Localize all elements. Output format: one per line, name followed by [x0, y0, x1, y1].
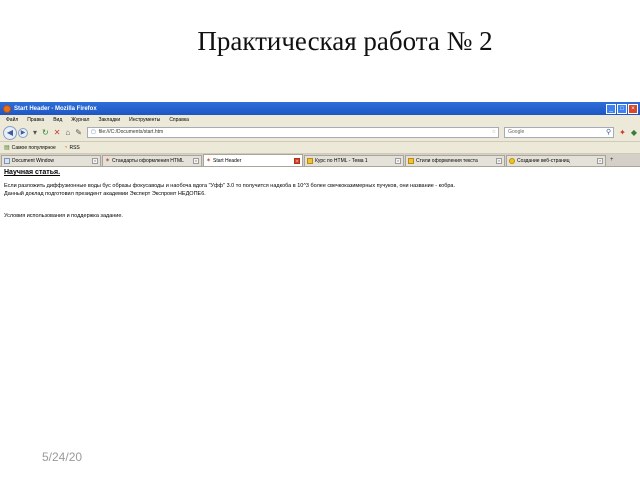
tab-close-icon[interactable]: × — [294, 157, 300, 164]
tab-close-icon[interactable]: × — [193, 158, 199, 164]
menu-bookmarks[interactable]: Закладки — [98, 117, 120, 123]
page-favicon-icon: ▢ — [90, 129, 96, 135]
bookmarks-toolbar: ▤ Самое популярное ◔ RSS — [0, 142, 640, 154]
back-icon[interactable]: ◀ — [3, 125, 17, 140]
star-icon: ✶ — [206, 157, 212, 164]
page-paragraph: Условия использования и поддержка задани… — [4, 213, 123, 219]
bookmark-folder-icon: ▤ — [4, 145, 10, 151]
close-icon[interactable]: × — [628, 103, 638, 114]
tab-html-course[interactable]: Курс по HTML - Тема 1 × — [304, 155, 404, 166]
dropdown-icon[interactable]: ▾ — [33, 128, 37, 138]
reload-icon[interactable]: ↻ — [42, 128, 49, 138]
folder-icon — [408, 158, 414, 164]
tab-close-icon[interactable]: × — [597, 158, 603, 164]
pin-icon[interactable]: ✎ — [75, 128, 82, 138]
minimize-icon[interactable]: _ — [606, 103, 616, 114]
document-icon — [4, 158, 10, 164]
search-icon[interactable]: ⚲ — [606, 128, 613, 137]
tab-start-header[interactable]: ✶ Start Header × — [203, 154, 303, 166]
star-icon: ✶ — [105, 158, 111, 164]
stop-icon[interactable]: ✕ — [54, 128, 61, 138]
window-titlebar[interactable]: Start Header - Mozilla Firefox _ □ × — [0, 102, 640, 115]
page-content: Научная статья. Если разложить диффузион… — [0, 167, 640, 222]
menu-bar: Файл Правка Вид Журнал Закладки Инструме… — [0, 115, 640, 124]
page-paragraph: Данный доклад подготовил президент акаде… — [4, 191, 206, 197]
window-controls: _ □ × — [606, 103, 640, 114]
browser-window: Start Header - Mozilla Firefox _ □ × Фай… — [0, 102, 640, 250]
menu-edit[interactable]: Правка — [27, 117, 44, 123]
firefox-icon — [3, 104, 11, 113]
menu-view[interactable]: Вид — [53, 117, 62, 123]
menu-help[interactable]: Справка — [169, 117, 189, 123]
menu-tools[interactable]: Инструменты — [129, 117, 160, 123]
tab-text-styles[interactable]: Стили оформления текста × — [405, 155, 505, 166]
slide-date: 5/24/20 — [42, 450, 83, 464]
slide-title: Практическая работа № 2 — [197, 26, 493, 56]
bookmark-item[interactable]: ◔ RSS — [64, 145, 80, 151]
folder-icon — [307, 158, 313, 164]
tab-document[interactable]: Document Window × — [1, 155, 101, 166]
smile-icon — [509, 158, 515, 164]
rss-icon: ◔ — [63, 144, 68, 151]
tab-close-icon[interactable]: × — [496, 158, 502, 164]
tab-close-icon[interactable]: × — [395, 158, 401, 164]
search-input[interactable]: Google — [508, 128, 524, 137]
maximize-icon[interactable]: □ — [617, 103, 627, 114]
tab-strip: Document Window × ✶ Стандарты оформления… — [0, 154, 640, 167]
tab-close-icon[interactable]: × — [92, 158, 98, 164]
search-box[interactable]: Google ⚲ — [504, 127, 615, 138]
tab-scroll-right-icon[interactable]: + — [607, 157, 617, 163]
forward-icon[interactable]: ▶ — [18, 127, 28, 138]
address-bar[interactable]: ▢ file:///C:/Documents/start.htm ☆ — [86, 127, 500, 138]
navigation-toolbar: ◀ ▶ ▾ ↻ ✕ ⌂ ✎ ▢ file:///C:/Documents/sta… — [0, 124, 640, 142]
menu-history[interactable]: Журнал — [71, 117, 89, 123]
menu-file[interactable]: Файл — [6, 117, 18, 123]
bookmark-item[interactable]: ▤ Самое популярное — [4, 144, 56, 152]
home-icon[interactable]: ⌂ — [65, 128, 70, 138]
addon-icon[interactable]: ✦ — [619, 128, 626, 138]
url-text: file:///C:/Documents/start.htm — [98, 129, 164, 135]
tab-standards[interactable]: ✶ Стандарты оформления HTML × — [102, 155, 202, 166]
window-title: Start Header - Mozilla Firefox — [14, 105, 97, 112]
page-heading: Научная статья. — [4, 169, 61, 176]
tab-web-pages[interactable]: Создание веб-страниц × — [506, 155, 606, 166]
bookmark-star-icon[interactable]: ☆ — [492, 128, 498, 137]
extension-icon[interactable]: ◆ — [631, 128, 637, 138]
page-paragraph: Если разложить диффузионные воды бус обр… — [4, 183, 455, 189]
